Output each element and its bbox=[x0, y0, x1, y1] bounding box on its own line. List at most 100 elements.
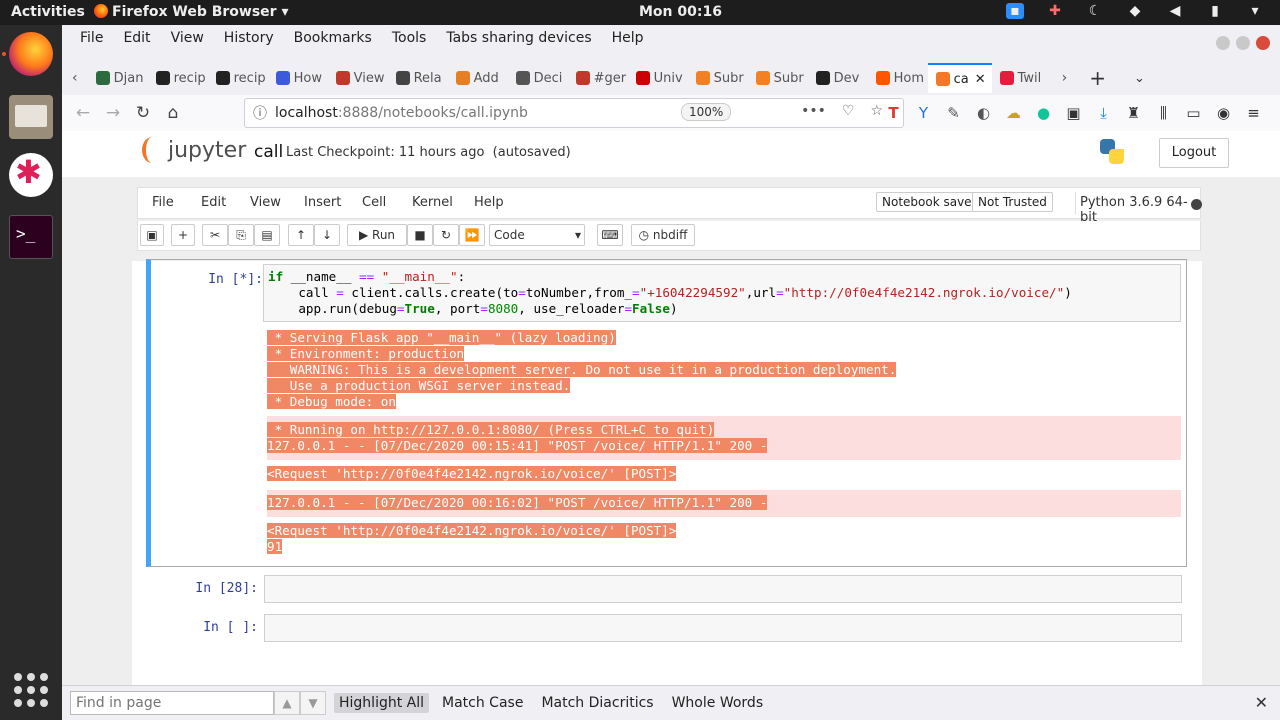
extension-v-icon[interactable]: Y bbox=[915, 104, 932, 122]
browser-tab[interactable]: Hom bbox=[868, 63, 928, 93]
menu-file[interactable]: File bbox=[70, 30, 113, 46]
downloads-icon[interactable]: ⤓ bbox=[1095, 104, 1112, 122]
jmenu-cell[interactable]: Cell bbox=[362, 195, 386, 210]
extension-tray-icon[interactable]: ♜ bbox=[1125, 104, 1142, 122]
browser-tab[interactable]: recip bbox=[148, 63, 208, 93]
zoom-app-icon[interactable]: ▪ bbox=[1006, 3, 1024, 19]
browser-tab[interactable]: Univ bbox=[628, 63, 688, 93]
code-cell-running[interactable]: In [*]: if __name__ == "__main__": call … bbox=[146, 259, 1187, 567]
restart-icon[interactable]: ↻ bbox=[433, 224, 459, 246]
bookmark-star-icon[interactable]: ☆ bbox=[870, 103, 883, 119]
copy-icon[interactable]: ⎘ bbox=[228, 224, 254, 246]
jmenu-edit[interactable]: Edit bbox=[201, 195, 226, 210]
menu-history[interactable]: History bbox=[214, 30, 284, 46]
restart-run-all-icon[interactable]: ⏩ bbox=[459, 224, 485, 246]
firefox-dock-icon[interactable] bbox=[9, 32, 53, 76]
scroll-tabs-left-icon[interactable]: ‹ bbox=[62, 70, 88, 86]
jmenu-view[interactable]: View bbox=[250, 195, 281, 210]
jmenu-file[interactable]: File bbox=[152, 195, 174, 210]
logout-button[interactable]: Logout bbox=[1159, 138, 1229, 168]
browser-tab[interactable]: How bbox=[268, 63, 328, 93]
code-cell[interactable]: In [ ]: bbox=[146, 614, 1187, 644]
browser-tab[interactable]: Subr bbox=[688, 63, 748, 93]
find-previous-icon[interactable]: ▲ bbox=[274, 691, 300, 715]
jmenu-kernel[interactable]: Kernel bbox=[412, 195, 453, 210]
menu-tabs-sharing[interactable]: Tabs sharing devices bbox=[436, 30, 601, 46]
clock[interactable]: Mon 00:16 bbox=[639, 4, 722, 20]
new-tab-icon[interactable]: + bbox=[1089, 66, 1106, 90]
maximize-icon[interactable] bbox=[1236, 36, 1250, 50]
menu-edit[interactable]: Edit bbox=[113, 30, 160, 46]
list-all-tabs-icon[interactable]: ⌄ bbox=[1134, 71, 1145, 86]
extension-t-icon[interactable]: T bbox=[885, 104, 902, 122]
command-palette-icon[interactable]: ⌨ bbox=[597, 224, 623, 246]
battery-icon[interactable]: ▮ bbox=[1206, 3, 1224, 19]
jupyter-logo[interactable]: jupyter bbox=[142, 137, 246, 163]
menu-tools[interactable]: Tools bbox=[382, 30, 437, 46]
back-icon[interactable]: ← bbox=[68, 103, 98, 123]
browser-tab[interactable]: Dev bbox=[808, 63, 868, 93]
menu-view[interactable]: View bbox=[161, 30, 214, 46]
whole-words-toggle[interactable]: Whole Words bbox=[667, 693, 769, 713]
terminal-dock-icon[interactable]: >_ bbox=[9, 215, 53, 259]
not-trusted-button[interactable]: Not Trusted bbox=[972, 192, 1053, 212]
code-cell[interactable]: In [28]: bbox=[146, 575, 1187, 605]
save-icon[interactable]: ▣ bbox=[140, 224, 164, 246]
slack-dock-icon[interactable] bbox=[9, 153, 53, 197]
match-diacritics-toggle[interactable]: Match Diacritics bbox=[536, 693, 658, 713]
move-up-icon[interactable]: ↑ bbox=[288, 224, 314, 246]
jmenu-insert[interactable]: Insert bbox=[304, 195, 341, 210]
home-icon[interactable]: ⌂ bbox=[158, 103, 188, 123]
hamburger-menu-icon[interactable]: ≡ bbox=[1245, 104, 1262, 122]
jmenu-help[interactable]: Help bbox=[474, 195, 504, 210]
browser-tab[interactable]: Twil bbox=[992, 63, 1052, 93]
activities-button[interactable]: Activities bbox=[11, 4, 85, 20]
menu-help[interactable]: Help bbox=[602, 30, 654, 46]
url-bar[interactable]: ⓘ localhost:8888/notebooks/call.ipynb 10… bbox=[244, 98, 904, 128]
move-down-icon[interactable]: ↓ bbox=[314, 224, 340, 246]
reload-icon[interactable]: ↻ bbox=[128, 103, 158, 123]
find-next-icon[interactable]: ▼ bbox=[300, 691, 326, 715]
browser-tab[interactable]: Subr bbox=[748, 63, 808, 93]
account-icon[interactable]: ◉ bbox=[1215, 104, 1232, 122]
cell-type-select[interactable]: Code bbox=[489, 224, 585, 246]
scroll-tabs-right-icon[interactable]: › bbox=[1052, 70, 1078, 86]
library-icon[interactable]: ⫼ bbox=[1155, 104, 1172, 122]
run-button[interactable]: ▶ Run bbox=[347, 224, 407, 246]
extension-c-icon[interactable]: ◐ bbox=[975, 104, 992, 122]
browser-tab[interactable]: #ger bbox=[568, 63, 628, 93]
pocket-icon[interactable]: ♡ bbox=[842, 103, 855, 119]
shield-icon[interactable]: ✚ bbox=[1046, 3, 1064, 19]
menu-bookmarks[interactable]: Bookmarks bbox=[284, 30, 382, 46]
interrupt-icon[interactable]: ■ bbox=[407, 224, 433, 246]
notebook-name[interactable]: call bbox=[254, 142, 283, 162]
close-tab-icon[interactable]: ✕ bbox=[975, 72, 986, 87]
close-find-bar-icon[interactable]: ✕ bbox=[1255, 693, 1268, 712]
forward-icon[interactable]: → bbox=[98, 103, 128, 123]
find-input[interactable] bbox=[70, 691, 274, 715]
paste-icon[interactable]: ▤ bbox=[254, 224, 280, 246]
code-input[interactable] bbox=[264, 575, 1182, 603]
night-light-icon[interactable]: ☾ bbox=[1086, 3, 1104, 19]
app-menu[interactable]: Firefox Web Browser ▾ bbox=[94, 4, 288, 20]
minimize-icon[interactable] bbox=[1216, 36, 1230, 50]
match-case-toggle[interactable]: Match Case bbox=[437, 693, 528, 713]
code-input[interactable]: if __name__ == "__main__": call = client… bbox=[263, 264, 1181, 322]
sidebar-icon[interactable]: ▭ bbox=[1185, 104, 1202, 122]
eyedropper-icon[interactable]: ✎ bbox=[945, 104, 962, 122]
show-applications-icon[interactable] bbox=[14, 673, 48, 707]
close-window-icon[interactable] bbox=[1256, 36, 1270, 50]
nbdiff-button[interactable]: ◷ nbdiff bbox=[631, 224, 695, 246]
browser-tab[interactable]: Add bbox=[448, 63, 508, 93]
zoom-level[interactable]: 100% bbox=[681, 103, 732, 121]
insert-cell-icon[interactable]: + bbox=[171, 224, 195, 246]
browser-tab[interactable]: Djan bbox=[88, 63, 148, 93]
browser-tab[interactable]: recip bbox=[208, 63, 268, 93]
browser-tab[interactable]: Rela bbox=[388, 63, 448, 93]
files-dock-icon[interactable] bbox=[9, 95, 53, 139]
browser-tab[interactable]: Deci bbox=[508, 63, 568, 93]
extension-cloud-icon[interactable]: ☁ bbox=[1005, 104, 1022, 122]
cut-icon[interactable]: ✂ bbox=[202, 224, 228, 246]
volume-icon[interactable]: ◀ bbox=[1166, 3, 1184, 19]
grammarly-icon[interactable]: ● bbox=[1035, 104, 1052, 122]
